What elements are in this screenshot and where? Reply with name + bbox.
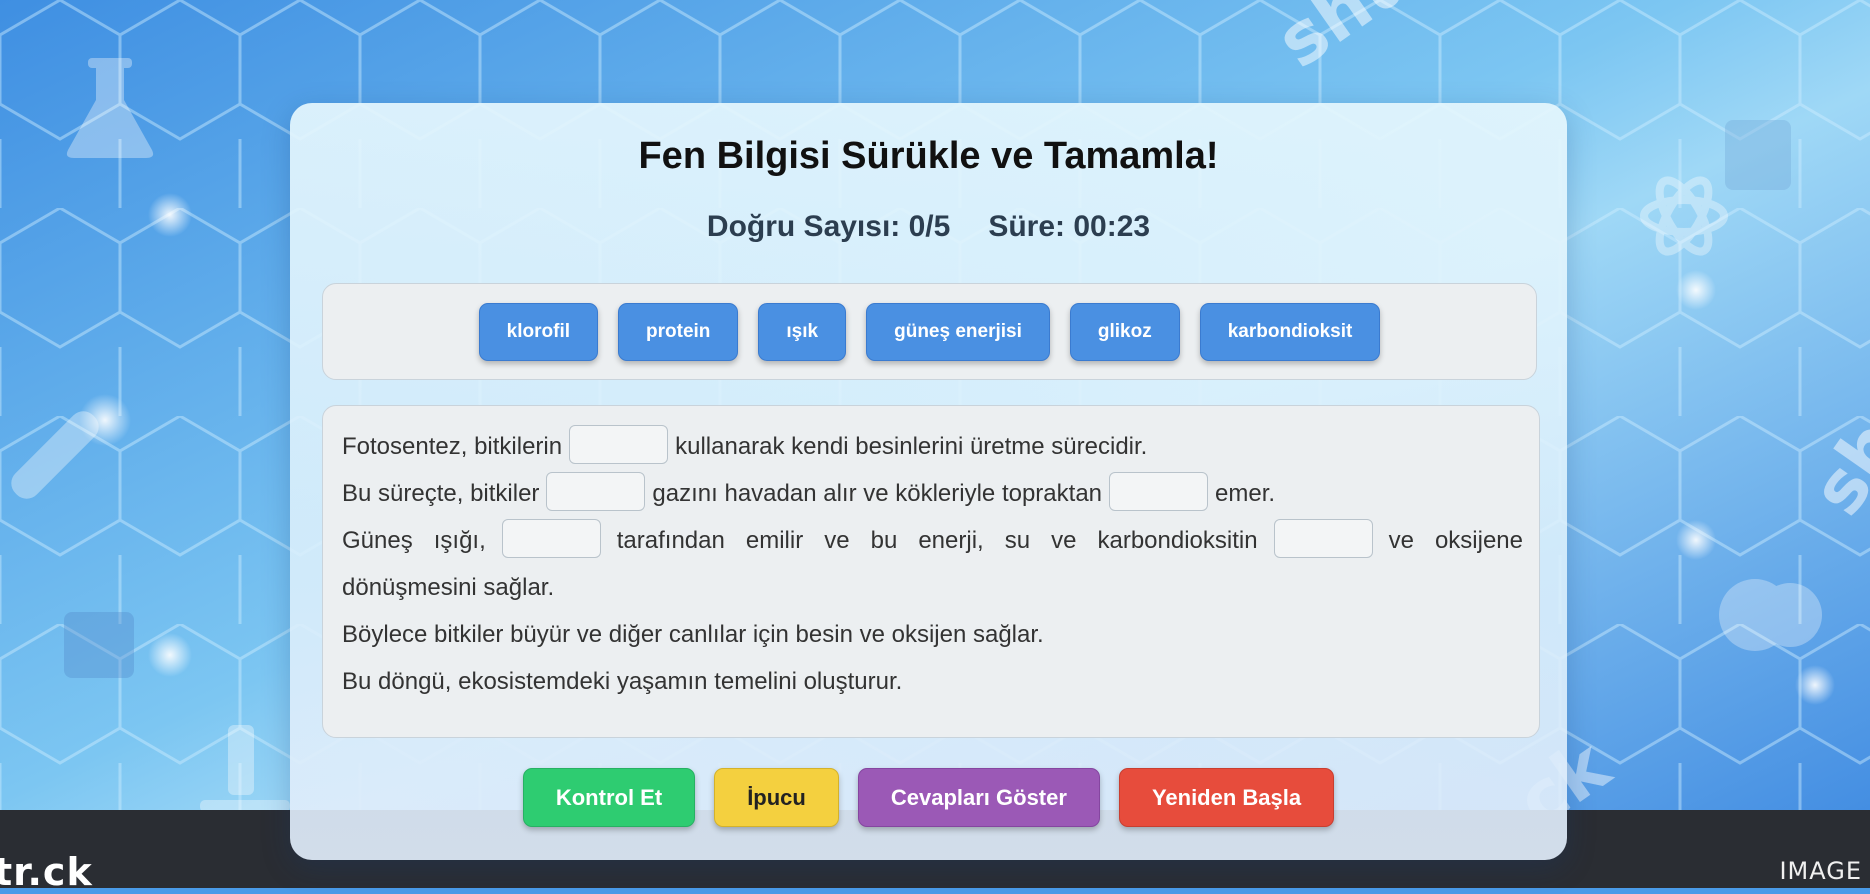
passage-area: Fotosentez, bitkilerin kullanarak kendi b… [322, 405, 1540, 738]
status-line: Doğru Sayısı: 0/5 Süre: 00:23 [290, 210, 1567, 244]
passage-text: kullanarak kendi besinlerini üretme süre… [675, 433, 1148, 460]
blank-drop-zone-3[interactable] [1109, 472, 1209, 512]
passage-text: Bu süreçte, bitkiler [342, 480, 540, 507]
word-chip-gunes-enerjisi[interactable]: güneş enerjisi [866, 302, 1050, 361]
brain-icon [1719, 579, 1822, 651]
passage-text: gazını havadan alır ve kökleriyle toprak… [652, 480, 1103, 507]
passage-text: Fotosentez, bitkilerin [342, 433, 563, 460]
score-counter: Doğru Sayısı: 0/5 [706, 210, 951, 243]
word-chip-glikoz[interactable]: glikoz [1069, 302, 1180, 361]
restart-button[interactable]: Yeniden Başla [1118, 768, 1335, 827]
blank-drop-zone-2[interactable] [546, 472, 646, 512]
action-buttons: Kontrol Et İpucu Cevapları Göster Yenide… [290, 768, 1567, 827]
passage-line: Fotosentez, bitkilerin kullanarak kendi b… [342, 423, 1523, 470]
passage-text: emer. [1215, 480, 1276, 507]
word-chip-karbondioksit[interactable]: karbondioksit [1199, 302, 1381, 361]
blank-drop-zone-4[interactable] [501, 519, 601, 559]
word-bank: klorofil protein ışık güneş enerjisi gli… [322, 283, 1537, 380]
passage-line: Böylece bitkiler büyür ve diğer canlılar… [342, 621, 1044, 648]
word-chip-isik[interactable]: ışık [758, 302, 847, 361]
show-answers-button[interactable]: Cevapları Göster [857, 768, 1100, 827]
stock-logo-text: tr.ck [0, 850, 93, 894]
passage-line: Bu döngü, ekosistemdeki yaşamın temelini… [342, 668, 903, 695]
game-panel: Fen Bilgisi Sürükle ve Tamamla! Doğru Sa… [290, 103, 1567, 860]
blank-drop-zone-5[interactable] [1273, 519, 1373, 559]
stock-image-label: IMAGE [1779, 857, 1862, 885]
hint-button[interactable]: İpucu [714, 768, 839, 827]
blank-drop-zone-1[interactable] [569, 425, 669, 465]
word-chip-protein[interactable]: protein [618, 302, 739, 361]
passage-text: Güneş ışığı, [342, 527, 486, 554]
passage-line: Güneş ışığı, tarafından emilir ve bu ener… [342, 517, 1523, 611]
timer-display: Süre: 00:23 [988, 210, 1151, 243]
passage-text: tarafından emilir ve bu enerji, su ve ka… [616, 527, 1258, 554]
check-button[interactable]: Kontrol Et [522, 768, 696, 827]
word-chip-klorofil[interactable]: klorofil [478, 302, 599, 361]
game-title: Fen Bilgisi Sürükle ve Tamamla! [638, 135, 1219, 177]
passage-line: Bu süreçte, bitkiler gazını havadan alır … [342, 470, 1523, 517]
